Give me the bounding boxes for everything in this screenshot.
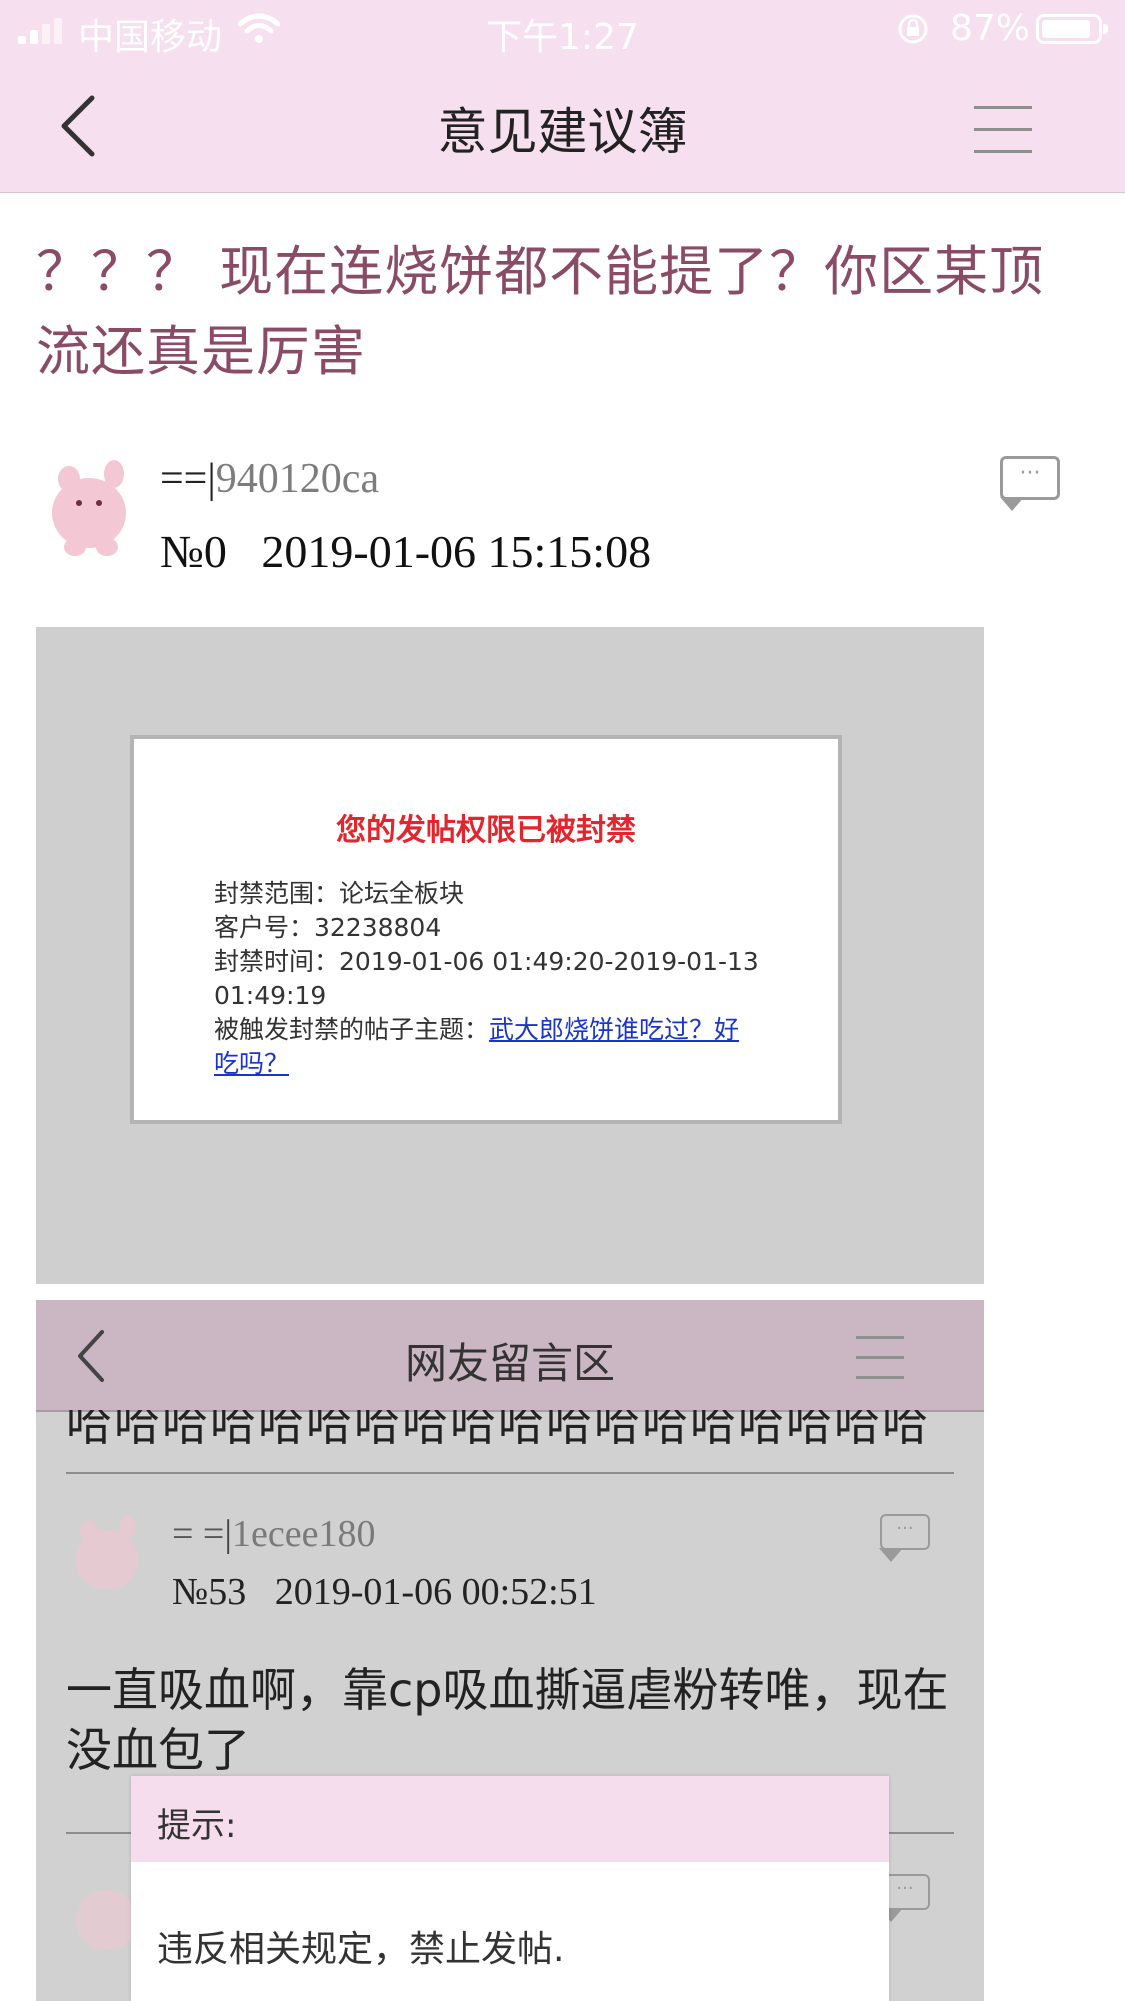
ban-time: 封禁时间：2019-01-06 01:49:20-2019-01-13 [214,947,759,976]
reply-author: = =|1ecee180 [172,1513,376,1555]
inner-nav-title: 网友留言区 [404,1339,615,1388]
ban-trigger-label: 被触发封禁的帖子主题： [214,1015,490,1044]
divider [66,1472,954,1474]
author-id: 940120ca [215,456,380,502]
ban-trigger: 被触发封禁的帖子主题：武大郎烧饼谁吃过？好 [214,1013,739,1047]
inner-nav-bar: 网友留言区 [36,1300,984,1412]
page-title: 意见建议簿 [437,103,688,161]
comment-bubble-icon: ··· [879,1514,930,1562]
ban-notice: 您的发帖权限已被封禁 封禁范围：论坛全板块 客户号：32238804 封禁时间：… [130,735,842,1124]
reply-number-date: №53 2019-01-06 00:52:51 [172,1571,597,1613]
avatar[interactable] [44,460,134,560]
ban-trigger-link: 武大郎烧饼谁吃过？好 [489,1015,740,1044]
author-prefix: == [160,456,208,502]
avatar [70,1516,146,1600]
author-name[interactable]: ==|940120ca [160,455,379,503]
dialog-header: 提示: [131,1776,889,1862]
dialog-message: 违反相关规定，禁止发帖. [157,1929,565,1970]
reply-text: 一直吸血啊，靠cp吸血撕逼虐粉转唯，现在没血包了 [66,1663,949,1777]
ban-scope: 封禁范围：论坛全板块 [214,879,465,908]
battery-percent: 87% [950,8,1031,49]
menu-button[interactable] [974,106,1032,154]
battery-icon [1036,14,1108,44]
reply-author-id: 1ecee180 [231,1513,376,1555]
ban-notice-title: 您的发帖权限已被封禁 [336,813,636,848]
alert-dialog: 提示: 违反相关规定，禁止发帖. [131,1776,889,2001]
ban-trigger-link-2: 吃吗？ [214,1049,290,1078]
ban-time-end: 01:49:19 [214,981,327,1010]
hamburger-icon [856,1336,904,1380]
dialog-title: 提示: [157,1806,237,1846]
comment-bubble-icon[interactable]: ··· [1000,456,1060,511]
rotation-lock-icon [896,12,930,50]
post-title: ？？？ 现在连烧饼都不能提了？你区某顶流还真是厉害 [36,240,1045,383]
hamburger-icon [974,106,1032,109]
top-bar: 中国移动 下午1:27 87% 意见建议簿 [0,0,1125,193]
ban-client-id: 客户号：32238804 [214,913,442,942]
post-number-date: №0 2019-01-06 15:15:08 [160,526,652,577]
ban-trigger-link-cont: 吃吗？ [214,1047,289,1081]
reply-author-prefix: = = [172,1513,225,1555]
